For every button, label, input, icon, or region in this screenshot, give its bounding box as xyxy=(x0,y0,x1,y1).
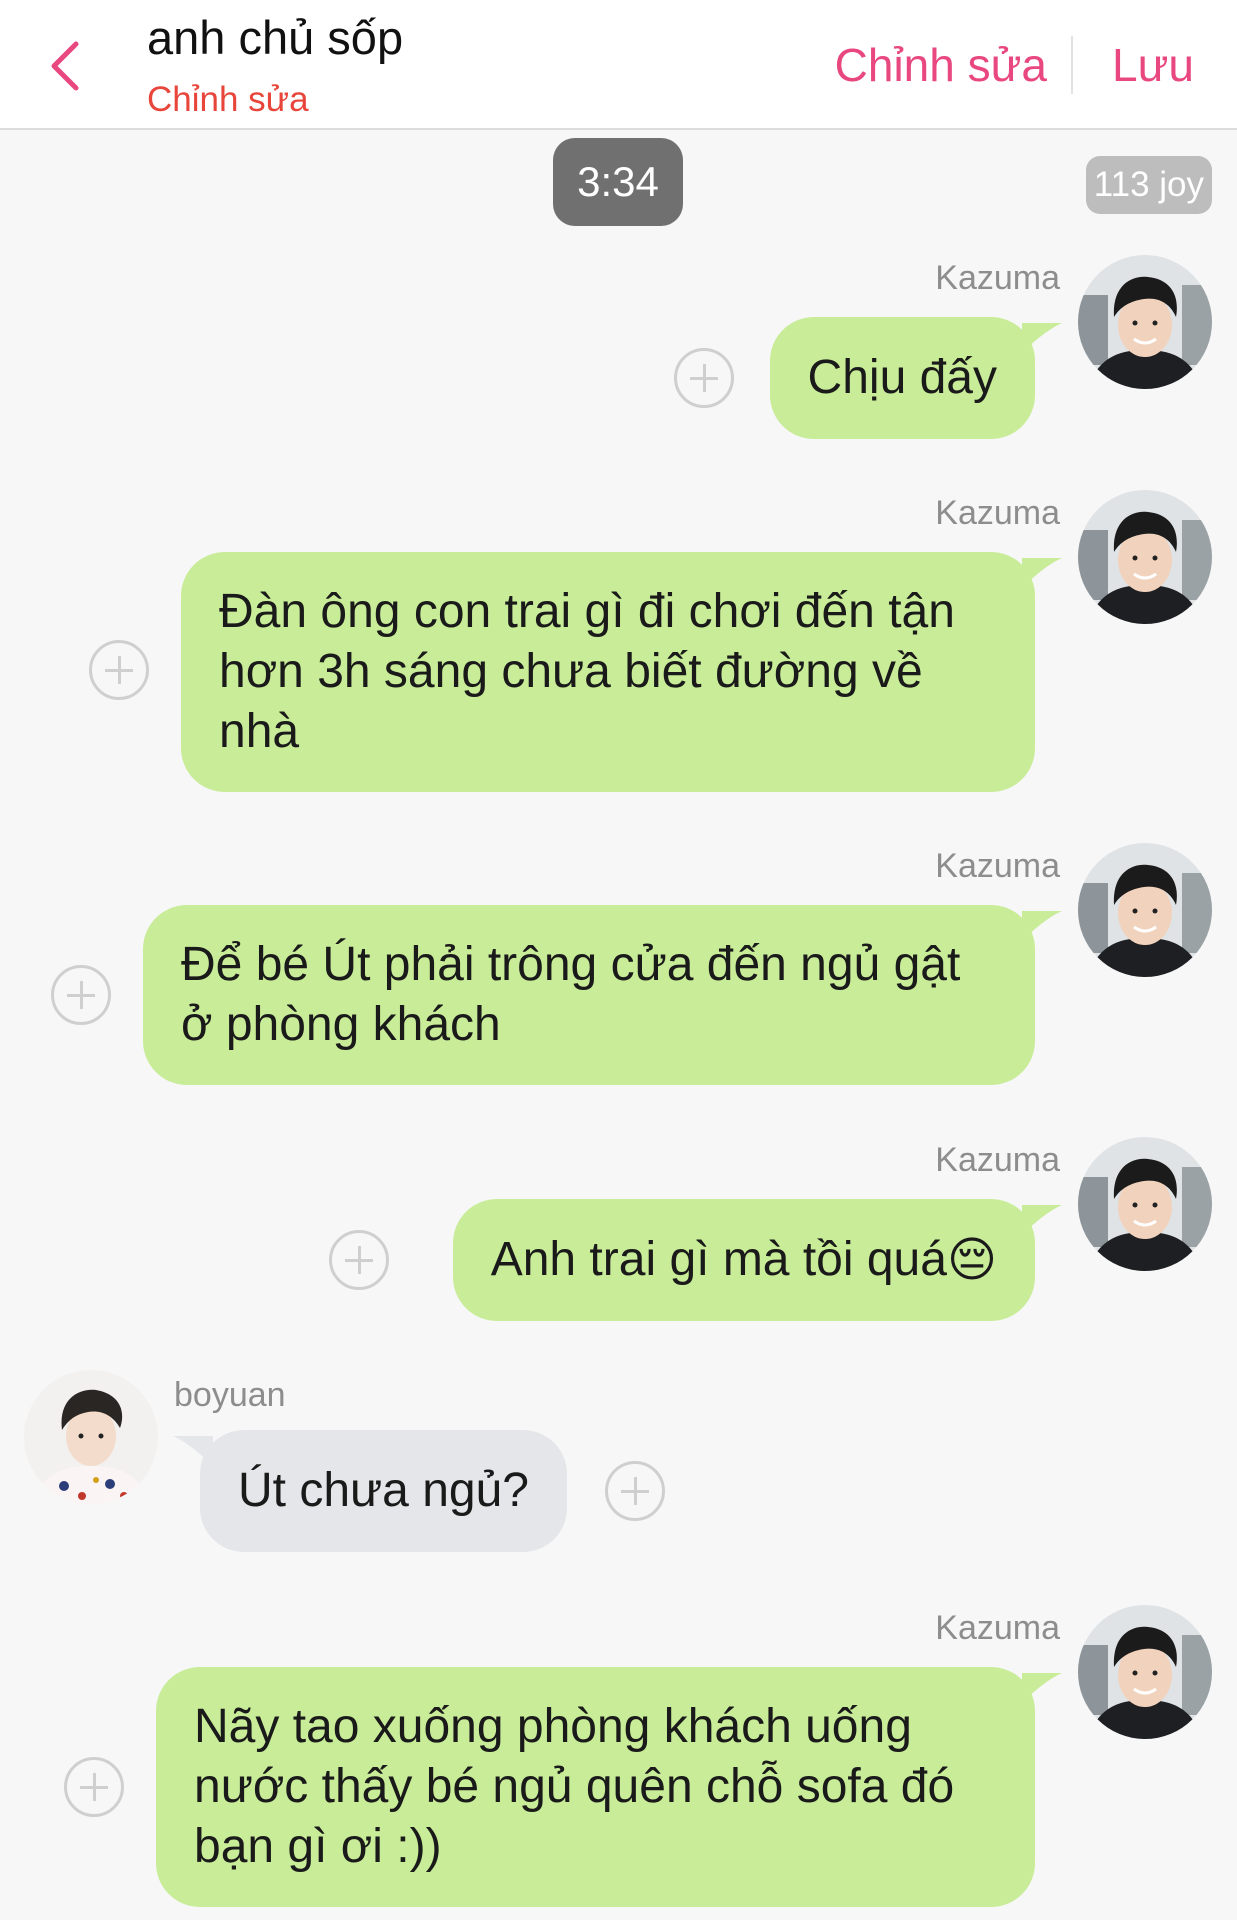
message-bubble[interactable]: Út chưa ngủ? xyxy=(200,1430,567,1552)
message-bubble[interactable]: Chịu đấy xyxy=(769,317,1035,439)
sender-name: Kazuma xyxy=(935,847,1060,885)
timestamp-pill: 3:34 xyxy=(553,138,683,226)
avatar[interactable] xyxy=(1078,1137,1212,1271)
message-row: Kazuma Để bé Út phải trông cửa đến ngủ g… xyxy=(0,843,1237,1093)
chat-subtitle[interactable]: Chỉnh sửa xyxy=(147,80,309,120)
sender-name: Kazuma xyxy=(935,494,1060,532)
message-bubble[interactable]: Nãy tao xuống phòng khách uống nước thấy… xyxy=(156,1667,1035,1907)
message-row: Kazuma Anh trai gì mà tồi quá 😔 xyxy=(0,1137,1237,1327)
add-reaction-icon[interactable] xyxy=(674,348,734,408)
add-reaction-icon[interactable] xyxy=(64,1757,124,1817)
chat-header: anh chủ sốp Chỉnh sửa Chỉnh sửa Lưu xyxy=(0,0,1237,130)
avatar[interactable] xyxy=(1078,255,1212,389)
joy-badge: 113 joy xyxy=(1085,156,1212,214)
sender-name: Kazuma xyxy=(935,1609,1060,1647)
chat-title: anh chủ sốp xyxy=(147,11,404,64)
save-button[interactable]: Lưu xyxy=(1112,38,1194,92)
add-reaction-icon[interactable] xyxy=(89,640,149,700)
message-row: Kazuma Nãy tao xuống phòng khách uống nư… xyxy=(0,1605,1237,1915)
message-text: Để bé Út phải trông cửa đến ngủ gật ở ph… xyxy=(181,938,961,1051)
avatar[interactable] xyxy=(24,1370,158,1504)
edit-button[interactable]: Chỉnh sửa xyxy=(835,38,1047,92)
message-bubble[interactable]: Anh trai gì mà tồi quá 😔 xyxy=(452,1199,1035,1321)
message-row: Kazuma Chịu đấy xyxy=(0,255,1237,445)
add-reaction-icon[interactable] xyxy=(605,1461,665,1521)
avatar[interactable] xyxy=(1078,490,1212,624)
message-text: Chịu đấy xyxy=(807,351,997,404)
message-bubble[interactable]: Đàn ông con trai gì đi chơi đến tận hơn … xyxy=(181,552,1035,792)
message-row: boyuan Út chưa ngủ? xyxy=(0,1370,1237,1560)
sender-name: boyuan xyxy=(174,1376,286,1414)
back-chevron-icon[interactable] xyxy=(44,36,88,96)
pensive-face-emoji: 😔 xyxy=(946,1232,997,1288)
message-text: Anh trai gì mà tồi quá xyxy=(490,1233,947,1286)
sender-name: Kazuma xyxy=(935,1141,1060,1179)
add-reaction-icon[interactable] xyxy=(51,965,111,1025)
add-reaction-icon[interactable] xyxy=(329,1230,389,1290)
message-text: Đàn ông con trai gì đi chơi đến tận hơn … xyxy=(219,585,955,758)
message-row: Kazuma Đàn ông con trai gì đi chơi đến t… xyxy=(0,490,1237,792)
sender-name: Kazuma xyxy=(935,259,1060,297)
message-text: Nãy tao xuống phòng khách uống nước thấy… xyxy=(194,1700,955,1873)
avatar[interactable] xyxy=(1078,1605,1212,1739)
header-divider xyxy=(1071,36,1073,94)
message-text: Út chưa ngủ? xyxy=(238,1464,529,1517)
avatar[interactable] xyxy=(1078,843,1212,977)
message-bubble[interactable]: Để bé Út phải trông cửa đến ngủ gật ở ph… xyxy=(143,905,1035,1085)
